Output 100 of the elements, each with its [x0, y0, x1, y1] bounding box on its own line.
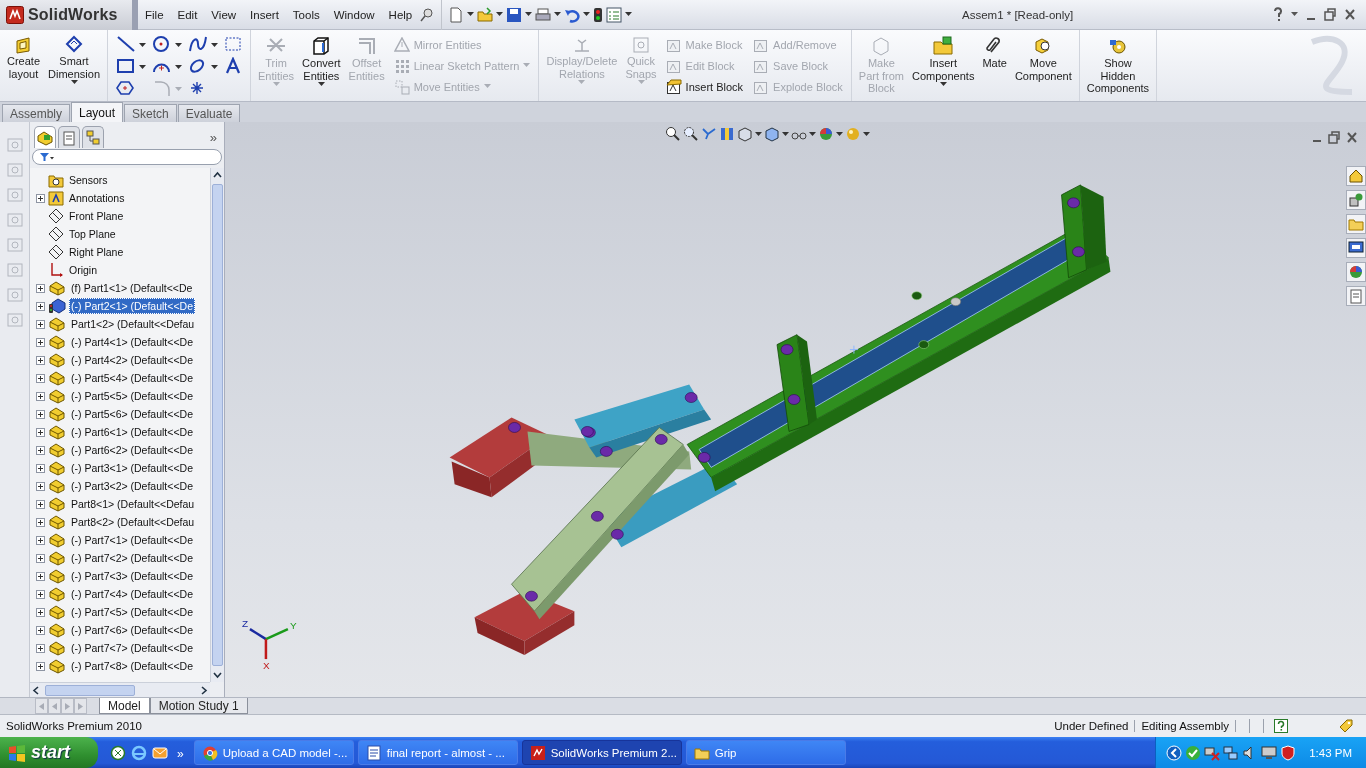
tree-item[interactable]: (-) Part5<5> (Default<<De — [69, 388, 195, 404]
palette-pane-button[interactable] — [1346, 238, 1366, 258]
ribbon-button[interactable]: Convert Entities — [299, 32, 344, 99]
circle-tool-icon[interactable] — [152, 35, 182, 53]
horizontal-scrollbar[interactable] — [30, 682, 210, 697]
taskbar-button[interactable]: Upload a CAD model -... — [193, 740, 354, 765]
tree-item[interactable]: (-) Part5<6> (Default<<De — [69, 406, 195, 422]
taskbar-button[interactable]: SolidWorks Premium 2... — [521, 740, 682, 765]
expand-toggle[interactable] — [36, 409, 45, 419]
tree-item[interactable]: (-) Part7<8> (Default<<De — [69, 658, 195, 674]
monitor-icon[interactable] — [1261, 744, 1278, 761]
appearance-pane-button[interactable] — [1346, 262, 1366, 282]
more-button[interactable]: » — [209, 129, 220, 145]
library-pane-button[interactable] — [1346, 190, 1366, 210]
restore-icon[interactable] — [1324, 6, 1336, 23]
ribbon-button[interactable]: Smart Dimension — [45, 32, 103, 99]
tree-item[interactable]: (-) Part3<2> (Default<<De — [69, 478, 195, 494]
command-tab[interactable]: Layout — [71, 102, 124, 122]
menu-item[interactable]: File — [138, 8, 171, 21]
ribbon-button[interactable]: Move Component — [1011, 32, 1075, 99]
study-tab[interactable]: Motion Study 1 — [149, 698, 248, 714]
tree-item[interactable]: (-) Part7<7> (Default<<De — [69, 640, 195, 656]
tree-item[interactable]: Part8<2> (Default<<Defau — [69, 514, 197, 530]
home-pane-button[interactable] — [1346, 166, 1366, 186]
expand-toggle[interactable] — [36, 373, 45, 383]
shield-check-icon[interactable] — [1185, 744, 1202, 761]
expand-toggle[interactable] — [36, 193, 45, 203]
tree-item[interactable]: Part1<2> (Default<<Defau — [69, 316, 197, 332]
expand-toggle[interactable] — [36, 499, 45, 509]
property-tab[interactable] — [58, 126, 80, 148]
tag-icon[interactable] — [1338, 718, 1354, 734]
tree-item[interactable]: (-) Part7<3> (Default<<De — [69, 568, 195, 584]
expand-toggle[interactable] — [36, 337, 45, 347]
expand-toggle[interactable] — [36, 661, 45, 671]
menu-item[interactable]: Edit — [170, 8, 205, 21]
new-document-icon[interactable] — [448, 6, 465, 23]
menu-item[interactable]: Tools — [285, 8, 327, 21]
ribbon-button[interactable]: Insert Block — [663, 77, 746, 96]
network-icon[interactable] — [1204, 744, 1221, 761]
rectangle-tool-icon[interactable] — [116, 57, 146, 75]
tree-item[interactable]: (-) Part5<4> (Default<<De — [69, 370, 195, 386]
tree-item[interactable]: Right Plane — [67, 244, 126, 260]
expand-toggle[interactable] — [36, 319, 45, 329]
expand-toggle[interactable] — [36, 535, 45, 545]
shield-icon[interactable] — [1280, 744, 1297, 761]
tree-item[interactable]: (-) Part6<1> (Default<<De — [69, 424, 195, 440]
expand-toggle[interactable] — [36, 625, 45, 635]
tree-item[interactable]: (-) Part7<6> (Default<<De — [69, 622, 195, 638]
command-tab[interactable]: Assembly — [2, 104, 70, 122]
polygon-tool-icon[interactable] — [116, 79, 134, 97]
tree-item[interactable]: (-) Part7<1> (Default<<De — [69, 532, 195, 548]
ribbon-button[interactable]: Insert Components — [909, 32, 978, 99]
tree-item[interactable]: (-) Part4<1> (Default<<De — [69, 334, 195, 350]
help-icon[interactable] — [1273, 6, 1283, 23]
appearance-icon[interactable] — [818, 126, 834, 142]
expand-toggle[interactable] — [36, 427, 45, 437]
tree-item[interactable]: (-) Part4<2> (Default<<De — [69, 352, 195, 368]
ribbon-button[interactable]: Mate — [979, 32, 1010, 99]
command-tab[interactable]: Sketch — [124, 104, 177, 122]
expand-toggle[interactable] — [36, 391, 45, 401]
point-tool-icon[interactable] — [188, 79, 206, 97]
display-style-icon[interactable] — [764, 126, 780, 142]
ribbon-button[interactable]: Show Hidden Components — [1083, 32, 1153, 99]
expand-toggle[interactable] — [36, 571, 45, 581]
restore-icon[interactable] — [1328, 130, 1340, 146]
tree-item[interactable]: (-) Part3<1> (Default<<De — [69, 460, 195, 476]
tree-item[interactable]: (-) Part6<2> (Default<<De — [69, 442, 195, 458]
tree-item[interactable]: Part8<1> (Default<<Defau — [69, 496, 197, 512]
tree-item[interactable]: Front Plane — [67, 208, 126, 224]
computers-icon[interactable] — [1223, 744, 1240, 761]
expand-toggle[interactable] — [36, 445, 45, 455]
tree-item[interactable]: (-) Part7<5> (Default<<De — [69, 604, 195, 620]
command-tab[interactable]: Evaluate — [177, 104, 241, 122]
vertical-scrollbar[interactable] — [210, 168, 224, 682]
expand-toggle[interactable] — [36, 607, 45, 617]
tree-item[interactable]: Origin — [67, 262, 99, 278]
expand-toggle[interactable] — [36, 517, 45, 527]
pin-icon[interactable] — [419, 6, 436, 23]
expand-toggle[interactable] — [36, 355, 45, 365]
expand-toggle[interactable] — [36, 553, 45, 563]
line-tool-icon[interactable] — [116, 35, 146, 53]
open-folder-icon[interactable] — [477, 6, 494, 23]
menu-item[interactable]: Insert — [243, 8, 286, 21]
taskbar-button[interactable]: Grip — [685, 740, 846, 765]
expand-toggle[interactable] — [36, 481, 45, 491]
zoom-fit-icon[interactable] — [665, 126, 681, 142]
text-tool-icon[interactable] — [224, 57, 242, 75]
start-button[interactable]: start — [0, 737, 98, 768]
expand-toggle[interactable] — [36, 589, 45, 599]
menu-item[interactable]: Help — [381, 8, 420, 21]
zoom-area-icon[interactable] — [683, 126, 699, 142]
ribbon-button[interactable]: Create layout — [4, 32, 44, 99]
tree-item[interactable]: (-) Part7<2> (Default<<De — [69, 550, 195, 566]
taskbar-button[interactable]: final report - almost - ... — [357, 740, 518, 765]
tree-item[interactable]: (-) Part7<4> (Default<<De — [69, 586, 195, 602]
configuration-tab[interactable] — [82, 126, 104, 148]
spline-tool-icon[interactable] — [188, 35, 218, 53]
tree-item[interactable]: Annotations — [67, 190, 127, 206]
help-icon[interactable] — [1274, 719, 1288, 733]
expand-toggle[interactable] — [36, 301, 45, 311]
